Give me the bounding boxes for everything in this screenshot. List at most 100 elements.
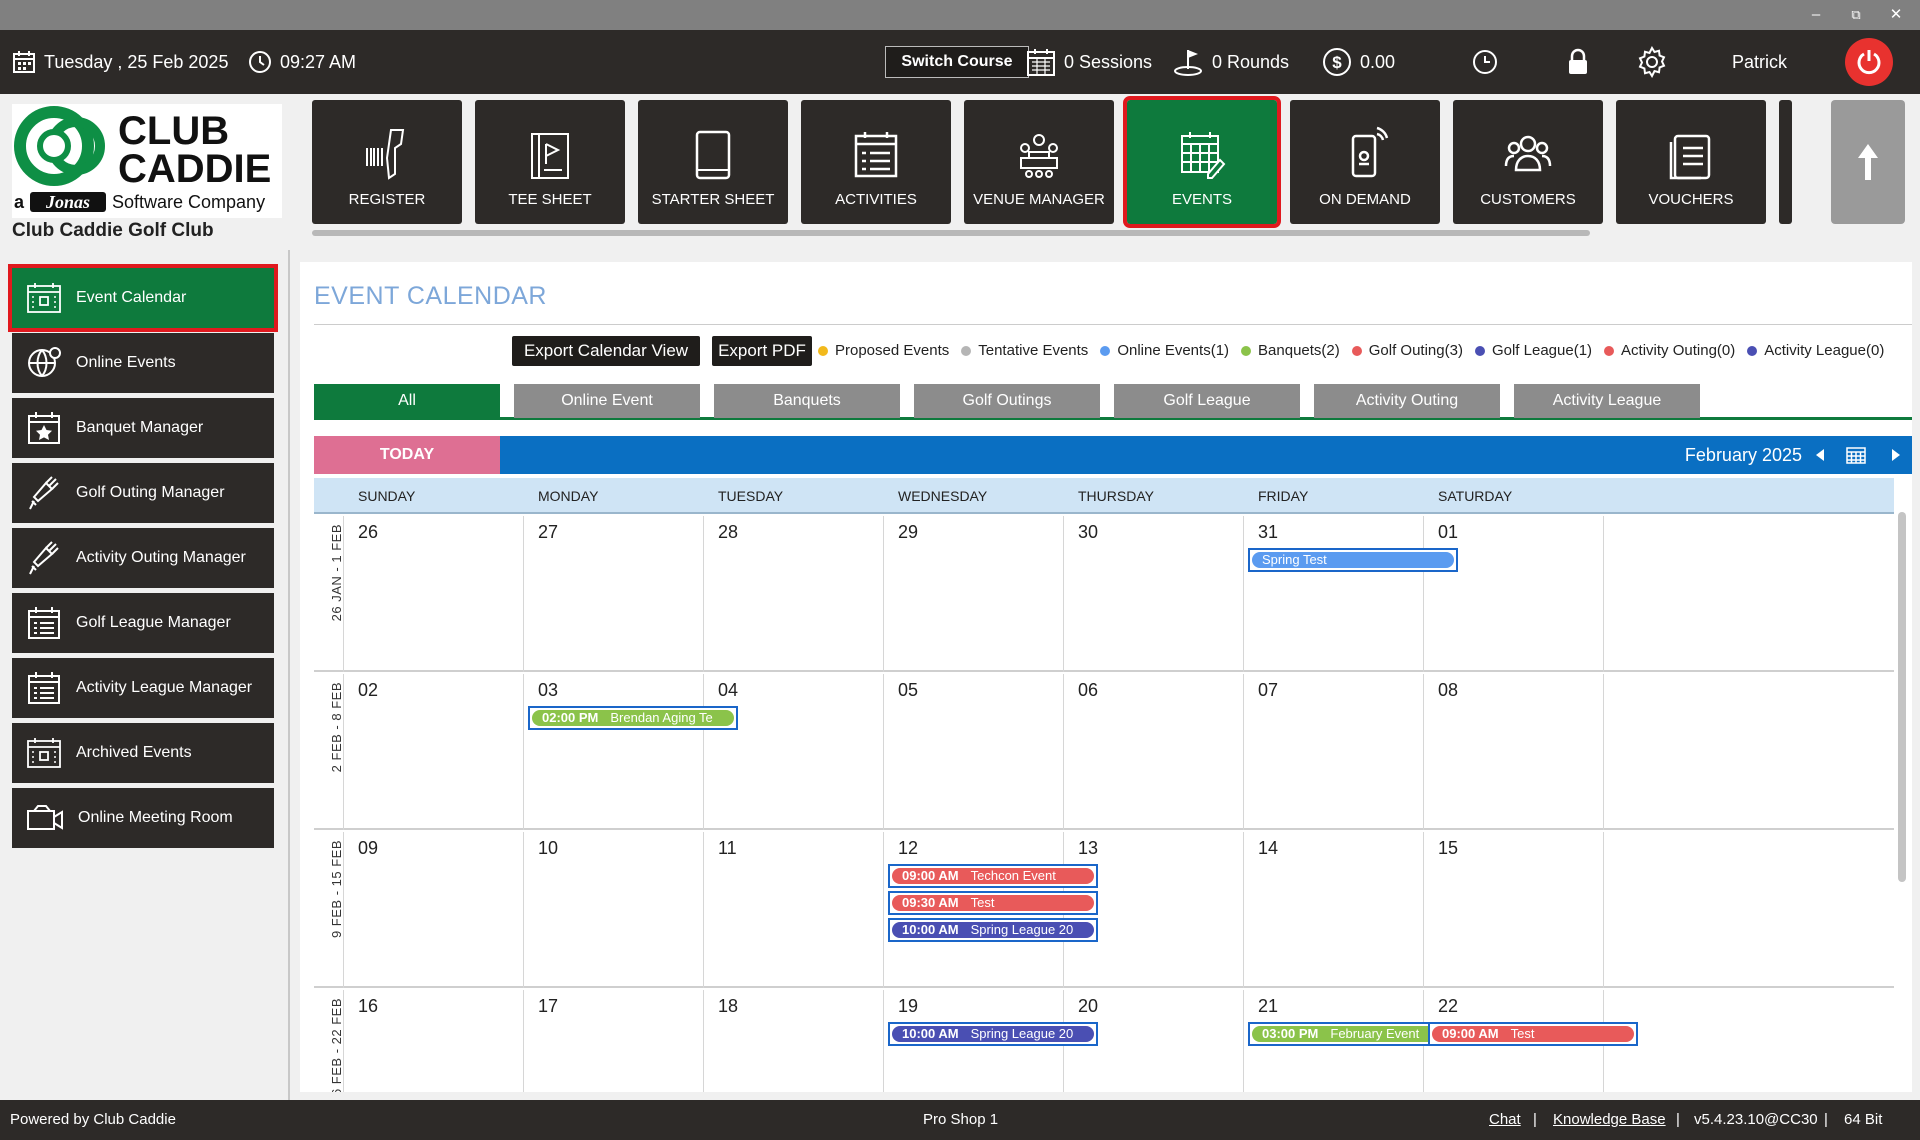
calendar-day-cell[interactable]: 02 (344, 674, 524, 830)
calendar-day-cell[interactable]: 17 (524, 990, 704, 1092)
legend-online: Online Events(1) (1100, 342, 1229, 359)
export-calendar-button[interactable]: Export Calendar View (512, 336, 700, 366)
customers-group-icon (1504, 135, 1552, 172)
sessions-icon (1027, 49, 1055, 76)
globe-icon (28, 347, 61, 377)
lock-button[interactable] (1566, 30, 1598, 94)
calendar-day-cell[interactable]: 21 03:00 PM February Event (1244, 990, 1458, 1092)
nav-tee-sheet[interactable]: TEE SHEET (475, 100, 625, 224)
calendar-day-cell[interactable]: 09 (344, 832, 524, 988)
power-icon (1857, 50, 1881, 75)
calendar-day-cell[interactable]: 06 (1064, 674, 1244, 830)
sidebar-item-online-meeting-room[interactable]: Online Meeting Room (12, 788, 274, 848)
filter-activity-outing[interactable]: Activity Outing (1314, 384, 1500, 418)
nav-scrollbar[interactable] (312, 230, 1590, 236)
calendar-day-cell[interactable]: 01 (1424, 516, 1604, 672)
month-picker-button[interactable] (1846, 436, 1866, 474)
nav-events[interactable]: EVENTS (1123, 96, 1281, 228)
scroll-up-button[interactable] (1831, 100, 1905, 224)
version-label: v5.4.23.10@CC30 (1694, 1111, 1818, 1128)
today-button[interactable]: TODAY (314, 436, 500, 474)
calendar-day-cell[interactable]: 22 09:00 AM Test (1424, 990, 1638, 1092)
calendar-day-cell[interactable]: 05 (884, 674, 1064, 830)
calendar-day-cell[interactable]: 28 (704, 516, 884, 672)
settings-button[interactable] (1636, 30, 1676, 94)
sidebar-item-online-events[interactable]: Online Events (12, 333, 274, 393)
nav-customers[interactable]: CUSTOMERS (1453, 100, 1603, 224)
sidebar-item-golf-league-manager[interactable]: Golf League Manager (12, 593, 274, 653)
sidebar-item-event-calendar[interactable]: Event Calendar (8, 264, 278, 332)
phone-signal-icon (1351, 126, 1389, 178)
sidebar-item-banquet-manager[interactable]: Banquet Manager (12, 398, 274, 458)
day-number: 19 (898, 996, 919, 1016)
calendar-day-cell[interactable]: 16 (344, 990, 524, 1092)
calendar-day-cell[interactable]: 31 Spring Test (1244, 516, 1458, 672)
nav-starter-sheet[interactable]: STARTER SHEET (638, 100, 788, 224)
nav-next-partial[interactable] (1779, 100, 1792, 224)
filter-golf-outings[interactable]: Golf Outings (914, 384, 1100, 418)
sidebar-item-archived-events[interactable]: Archived Events (12, 723, 274, 783)
nav-vouchers[interactable]: VOUCHERS (1616, 100, 1766, 224)
calendar-day-cell[interactable]: 07 (1244, 674, 1424, 830)
calendar-day-cell[interactable]: 27 (524, 516, 704, 672)
week-row: 26 JAN - 1 FEB 26 27 28 29 30 31 Spring Test 01 (314, 516, 1894, 672)
calendar-day-cell[interactable]: 04 (704, 674, 884, 830)
calendar-day-cell[interactable]: 08 (1424, 674, 1604, 830)
svg-text:Software Company: Software Company (112, 192, 265, 212)
calendar-day-cell[interactable]: 15 (1424, 832, 1604, 988)
calendar-day-cell[interactable]: 13 (1064, 832, 1244, 988)
calendar-day-cell[interactable]: 14 (1244, 832, 1424, 988)
calendar-day-cell[interactable]: 11 (704, 832, 884, 988)
minimize-icon[interactable]: – (1802, 4, 1830, 26)
calendar-day-cell[interactable]: 26 (344, 516, 524, 672)
nav-on-demand[interactable]: ON DEMAND (1290, 100, 1440, 224)
legend-golf-outing: Golf Outing(3) (1351, 342, 1463, 359)
logout-button[interactable] (1845, 38, 1893, 86)
filter-golf-league[interactable]: Golf League (1114, 384, 1300, 418)
calendar-day-cell[interactable]: 10 (524, 832, 704, 988)
day-number: 27 (538, 522, 559, 542)
sessions-display[interactable]: 0 Sessions (1026, 30, 1152, 94)
separator: | (1824, 1111, 1828, 1128)
filter-online-event[interactable]: Online Event (514, 384, 700, 418)
calendar-day-cell[interactable]: 29 (884, 516, 1064, 672)
nav-venue-manager[interactable]: VENUE MANAGER (964, 100, 1114, 224)
export-pdf-button[interactable]: Export PDF (712, 336, 812, 366)
nav-activities[interactable]: ACTIVITIES (801, 100, 951, 224)
filter-activity-league[interactable]: Activity League (1514, 384, 1700, 418)
filter-banquets[interactable]: Banquets (714, 384, 900, 418)
switch-course-button[interactable]: Switch Course (885, 46, 1029, 78)
calendar-day-cell[interactable]: 30 (1064, 516, 1244, 672)
restore-icon[interactable]: ⧉ (1842, 4, 1870, 26)
knowledge-base-link[interactable]: Knowledge Base (1553, 1100, 1666, 1140)
sidebar-item-label: Activity League Manager (76, 679, 253, 696)
filter-all[interactable]: All (314, 384, 500, 418)
calendar-day-cell[interactable]: 03 02:00 PM Brendan Aging Te (524, 674, 738, 830)
legend-banquets: Banquets(2) (1241, 342, 1340, 359)
week-range-label: 16 FEB - 22 FEB (314, 990, 344, 1092)
sidebar-item-golf-outing-manager[interactable]: Golf Outing Manager (12, 463, 274, 523)
timer-button[interactable] (1472, 30, 1506, 94)
day-number: 17 (538, 996, 559, 1016)
sidebar-item-activity-league-manager[interactable]: Activity League Manager (12, 658, 274, 718)
calendar-day-cell[interactable]: 19 10:00 AM Spring League 20 (884, 990, 1098, 1092)
prev-month-button[interactable] (1814, 436, 1826, 474)
rounds-display[interactable]: 0 Rounds (1172, 30, 1289, 94)
calendar-scrollbar[interactable] (1898, 512, 1906, 882)
event-calendar-panel: EVENT CALENDAR Export Calendar View Expo… (300, 262, 1912, 1092)
calendar-day-cell[interactable]: 12 09:00 AM Techcon Event 09:30 AM Test 10:00… (884, 832, 1098, 988)
calendar-day-cell[interactable]: 20 (1064, 990, 1244, 1092)
calendar-day-cell[interactable]: 18 (704, 990, 884, 1092)
triangle-right-icon (1892, 449, 1900, 461)
chat-link[interactable]: Chat (1489, 1100, 1521, 1140)
nav-register[interactable]: REGISTER (312, 100, 462, 224)
user-name[interactable]: Patrick (1732, 30, 1787, 94)
day-number: 10 (538, 838, 559, 858)
close-icon[interactable]: ✕ (1882, 4, 1910, 26)
event-name: Spring League 20 (970, 922, 1074, 937)
calendar-event[interactable]: 09:00 AM Test (1428, 1022, 1638, 1046)
sidebar-item-activity-outing-manager[interactable]: Activity Outing Manager (12, 528, 274, 588)
day-number: 06 (1078, 680, 1099, 700)
balance-display[interactable]: $ 0.00 (1322, 30, 1395, 94)
next-month-button[interactable] (1890, 436, 1902, 474)
